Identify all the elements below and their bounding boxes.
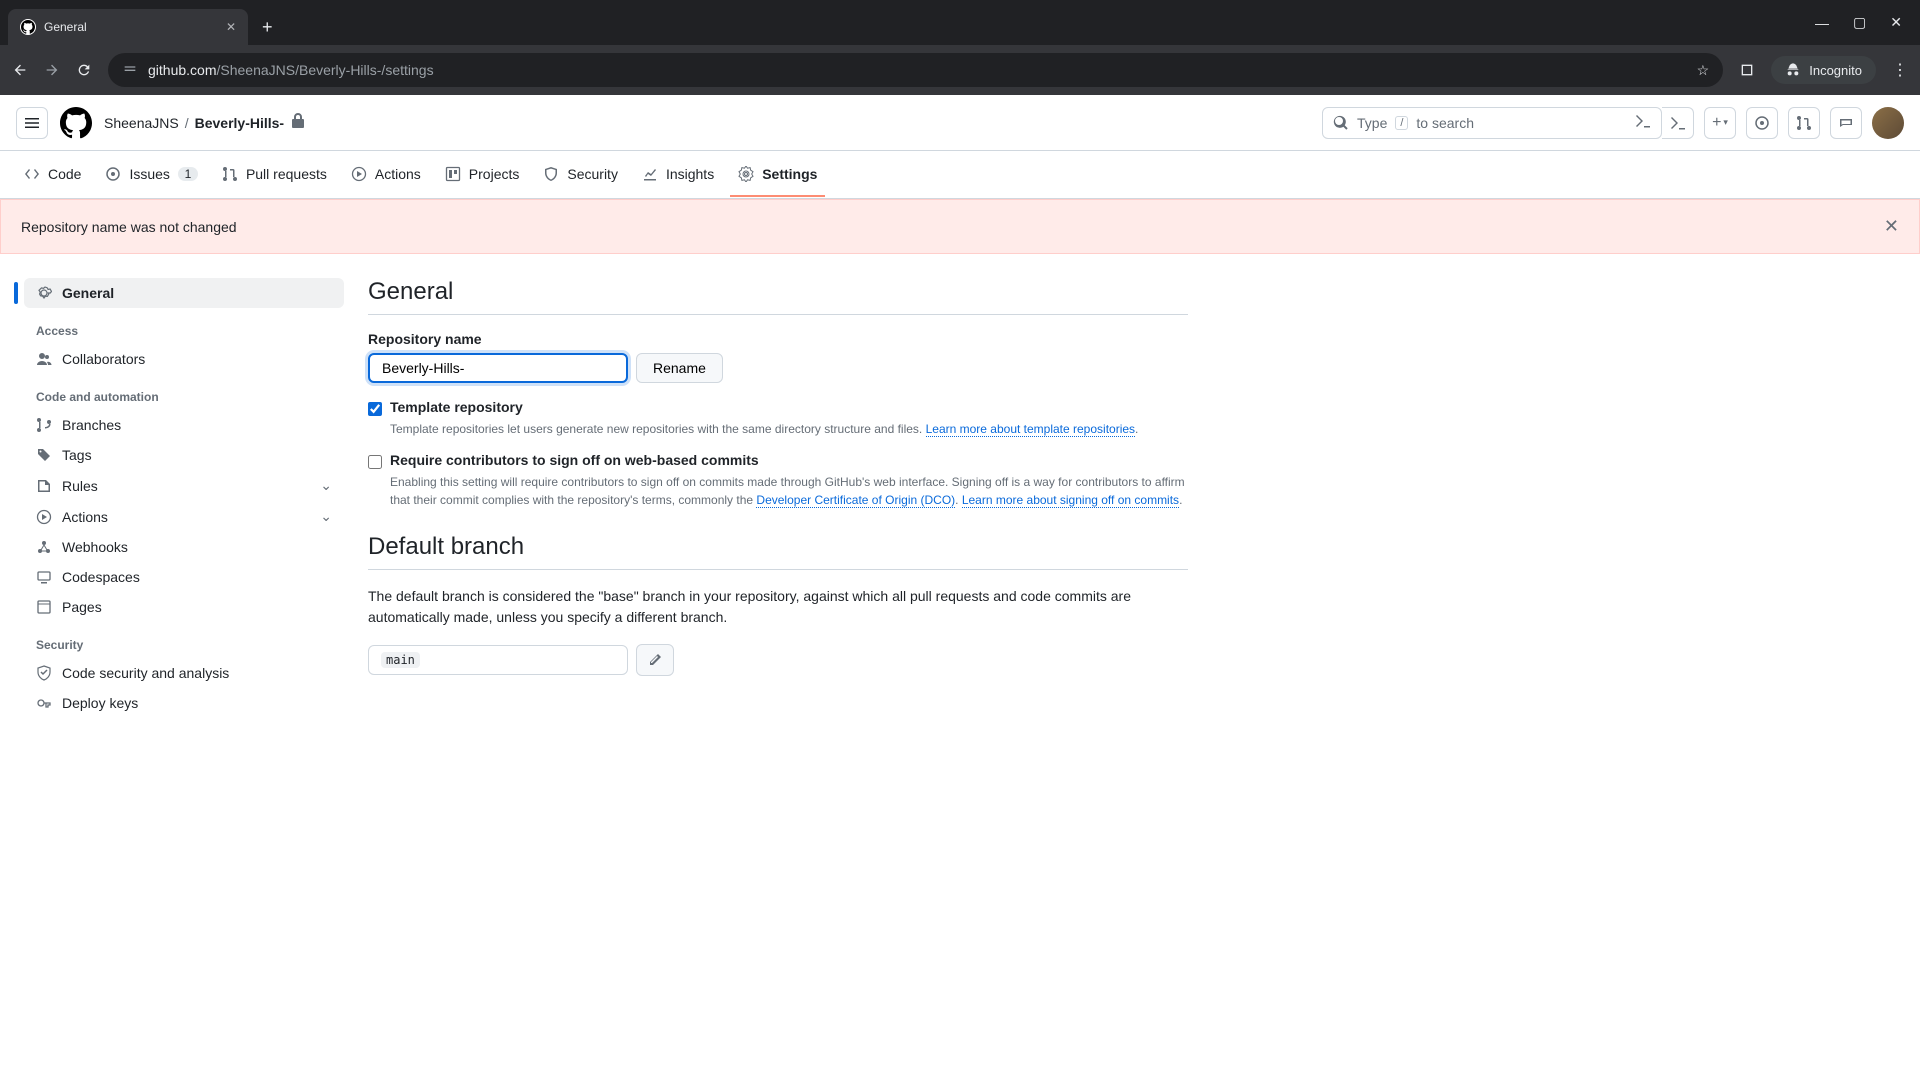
issues-button[interactable] (1746, 107, 1778, 139)
signoff-checkbox[interactable] (368, 455, 382, 469)
flash-close-icon[interactable]: ✕ (1884, 216, 1899, 237)
search-input[interactable]: Type / to search (1322, 107, 1662, 139)
sidebar-item-pages[interactable]: Pages (24, 592, 344, 622)
default-branch-box: main (368, 645, 628, 675)
sidebar-item-actions[interactable]: Actions⌄ (24, 501, 344, 532)
hamburger-menu[interactable] (16, 107, 48, 139)
sidebar-item-branches[interactable]: Branches (24, 410, 344, 440)
breadcrumb-repo[interactable]: Beverly-Hills- (195, 115, 284, 131)
template-help: Template repositories let users generate… (390, 420, 1188, 438)
search-icon (1333, 115, 1349, 131)
tab-close-icon[interactable]: ✕ (226, 20, 236, 34)
signoff-learn-link[interactable]: Learn more about signing off on commits (962, 493, 1179, 508)
pull-requests-button[interactable] (1788, 107, 1820, 139)
site-settings-icon[interactable] (122, 61, 138, 80)
sidebar-item-general[interactable]: General (24, 278, 344, 308)
forward-button[interactable] (44, 62, 60, 78)
template-label[interactable]: Template repository (390, 399, 523, 415)
tab-settings[interactable]: Settings (730, 153, 825, 197)
address-bar[interactable]: github.com/SheenaJNS/Beverly-Hills-/sett… (108, 53, 1723, 87)
minimize-icon[interactable]: — (1815, 15, 1829, 31)
bookmark-icon[interactable]: ☆ (1697, 62, 1710, 79)
tab-security[interactable]: Security (535, 153, 626, 197)
edit-branch-button[interactable] (636, 644, 674, 676)
command-palette-button[interactable] (1662, 107, 1694, 139)
template-checkbox[interactable] (368, 402, 382, 416)
default-branch-value: main (381, 652, 420, 668)
signoff-label[interactable]: Require contributors to sign off on web-… (390, 452, 759, 468)
browser-tab[interactable]: General ✕ (8, 9, 248, 45)
notifications-button[interactable] (1830, 107, 1862, 139)
chevron-down-icon: ⌄ (320, 508, 332, 525)
github-logo[interactable] (60, 107, 92, 139)
chevron-down-icon: ⌄ (320, 477, 332, 494)
sidebar-heading-security: Security (24, 622, 344, 658)
close-window-icon[interactable]: ✕ (1890, 14, 1902, 31)
sidebar-item-rules[interactable]: Rules⌄ (24, 470, 344, 501)
lock-icon (290, 113, 306, 132)
breadcrumb-separator: / (185, 115, 189, 131)
sidebar-heading-access: Access (24, 308, 344, 344)
sidebar-item-webhooks[interactable]: Webhooks (24, 532, 344, 562)
browser-toolbar: github.com/SheenaJNS/Beverly-Hills-/sett… (0, 45, 1920, 95)
repo-name-input[interactable] (368, 353, 628, 383)
back-button[interactable] (12, 62, 28, 78)
tab-projects[interactable]: Projects (437, 153, 528, 197)
new-tab-button[interactable]: + (248, 9, 287, 45)
main-content: General Repository name Rename Template … (368, 278, 1188, 718)
avatar[interactable] (1872, 107, 1904, 139)
default-branch-desc: The default branch is considered the "ba… (368, 586, 1188, 628)
incognito-icon (1785, 62, 1801, 78)
dco-link[interactable]: Developer Certificate of Origin (DCO) (756, 493, 955, 508)
sidebar-item-deploy-keys[interactable]: Deploy keys (24, 688, 344, 718)
default-branch-title: Default branch (368, 533, 1188, 570)
sidebar-item-code-security[interactable]: Code security and analysis (24, 658, 344, 688)
browser-menu-icon[interactable]: ⋮ (1892, 60, 1908, 80)
repo-nav: Code Issues1 Pull requests Actions Proje… (0, 151, 1920, 199)
sidebar-item-collaborators[interactable]: Collaborators (24, 344, 344, 374)
tab-issues[interactable]: Issues1 (97, 153, 205, 197)
command-palette-icon[interactable] (1635, 113, 1651, 132)
template-learn-link[interactable]: Learn more about template repositories (926, 422, 1135, 437)
tab-actions[interactable]: Actions (343, 153, 429, 197)
breadcrumb: SheenaJNS / Beverly-Hills- (104, 113, 306, 132)
rename-button[interactable]: Rename (636, 353, 723, 383)
extensions-icon[interactable] (1739, 62, 1755, 78)
create-new-button[interactable]: +▾ (1704, 107, 1736, 139)
browser-tab-strip: General ✕ + — ▢ ✕ (0, 0, 1920, 45)
incognito-badge[interactable]: Incognito (1771, 56, 1876, 84)
flash-message: Repository name was not changed (21, 219, 237, 235)
breadcrumb-owner[interactable]: SheenaJNS (104, 115, 179, 131)
general-title: General (368, 278, 1188, 315)
tab-code[interactable]: Code (16, 153, 89, 197)
sidebar-item-codespaces[interactable]: Codespaces (24, 562, 344, 592)
search-kbd: / (1395, 116, 1408, 130)
maximize-icon[interactable]: ▢ (1853, 14, 1866, 31)
issues-count: 1 (178, 167, 198, 181)
signoff-help: Enabling this setting will require contr… (390, 473, 1188, 509)
tab-insights[interactable]: Insights (634, 153, 722, 197)
sidebar-item-tags[interactable]: Tags (24, 440, 344, 470)
sidebar-heading-code: Code and automation (24, 374, 344, 410)
tab-favicon (20, 19, 36, 35)
tab-title: General (44, 20, 87, 34)
reload-button[interactable] (76, 62, 92, 78)
url-text: github.com/SheenaJNS/Beverly-Hills-/sett… (148, 62, 1687, 78)
flash-banner: Repository name was not changed ✕ (0, 199, 1920, 254)
github-header: SheenaJNS / Beverly-Hills- Type / to sea… (0, 95, 1920, 151)
repo-name-label: Repository name (368, 331, 1188, 347)
tab-pull-requests[interactable]: Pull requests (214, 153, 335, 197)
settings-sidebar: General Access Collaborators Code and au… (24, 278, 344, 718)
window-controls: — ▢ ✕ (1815, 0, 1920, 45)
